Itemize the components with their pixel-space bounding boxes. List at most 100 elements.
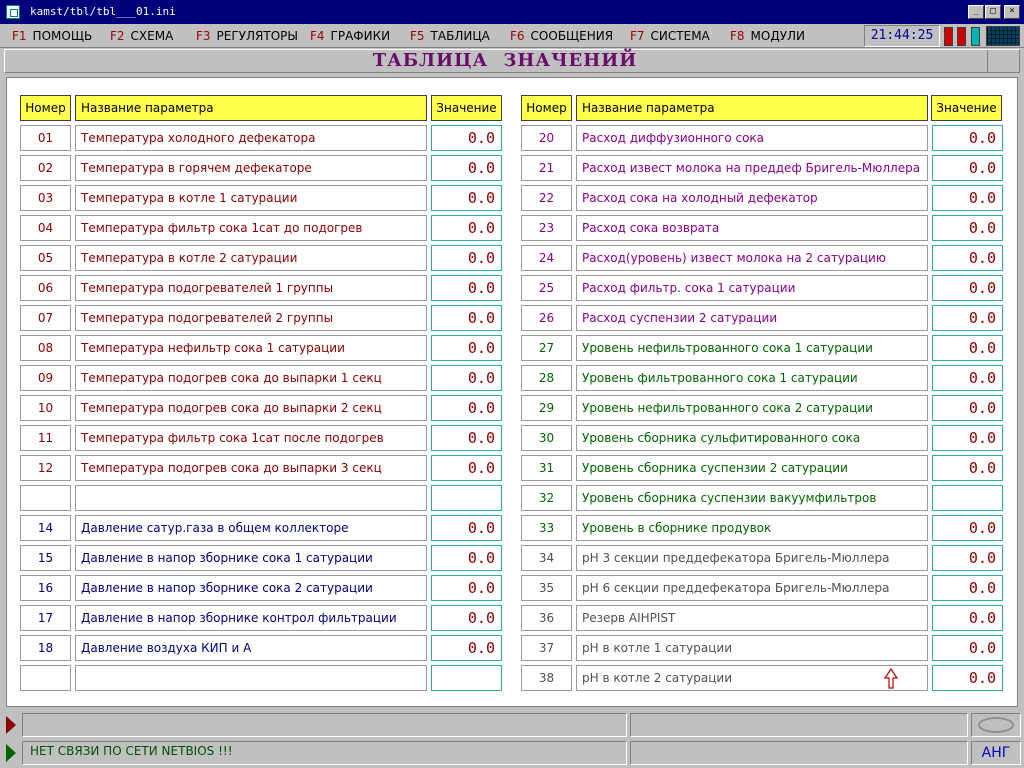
parameter-value[interactable]: 0.0 — [431, 575, 502, 601]
parameter-name: Температура в котле 1 сатурации — [75, 185, 427, 211]
parameter-value[interactable] — [932, 485, 1003, 511]
parameter-value[interactable]: 0.0 — [431, 455, 502, 481]
parameter-value[interactable]: 0.0 — [932, 605, 1003, 631]
parameter-value[interactable]: 0.0 — [932, 665, 1003, 691]
parameter-value[interactable]: 0.0 — [431, 155, 502, 181]
parameter-name: Расход извест молока на преддеф Бригель-… — [576, 155, 928, 181]
parameter-value[interactable]: 0.0 — [932, 155, 1003, 181]
status-field — [630, 713, 968, 737]
menu-system[interactable]: F7 СИСТЕМА — [630, 29, 710, 43]
menu-regulators[interactable]: F3 РЕГУЛЯТОРЫ — [196, 29, 298, 43]
row-number: 33 — [521, 515, 572, 541]
parameter-value[interactable]: 0.0 — [431, 335, 502, 361]
close-button[interactable]: × — [1004, 5, 1020, 19]
menu-messages[interactable]: F6 СООБЩЕНИЯ — [510, 29, 613, 43]
parameter-name: Уровень в сборнике продувок — [576, 515, 928, 541]
parameter-value[interactable]: 0.0 — [431, 185, 502, 211]
row-number: 05 — [20, 245, 71, 271]
parameter-value[interactable]: 0.0 — [431, 635, 502, 661]
parameter-value[interactable]: 0.0 — [932, 185, 1003, 211]
status-indicator — [957, 27, 966, 46]
menu-table[interactable]: F5 ТАБЛИЦА — [410, 29, 490, 43]
parameter-name: pH 3 секции преддефекатора Бригель-Мюлле… — [576, 545, 928, 571]
row-number: 31 — [521, 455, 572, 481]
row-number: 15 — [20, 545, 71, 571]
app-icon[interactable] — [6, 5, 20, 19]
parameter-value[interactable]: 0.0 — [431, 425, 502, 451]
column-header-value: Значение — [931, 95, 1002, 121]
parameter-value[interactable]: 0.0 — [932, 395, 1003, 421]
parameter-name: Температура подогревателей 2 группы — [75, 305, 427, 331]
parameter-value[interactable]: 0.0 — [431, 125, 502, 151]
status-bar-top — [0, 711, 1024, 739]
row-number: 26 — [521, 305, 572, 331]
parameter-value[interactable]: 0.0 — [431, 395, 502, 421]
parameter-name — [75, 485, 427, 511]
status-field — [22, 713, 627, 737]
parameter-value[interactable]: 0.0 — [431, 545, 502, 571]
row-number: 01 — [20, 125, 71, 151]
parameter-name: Давление в напор зборнике сока 2 сатурац… — [75, 575, 427, 601]
parameter-name: Температура подогрев сока до выпарки 1 с… — [75, 365, 427, 391]
parameter-value[interactable]: 0.0 — [431, 305, 502, 331]
menu-modules[interactable]: F8 МОДУЛИ — [730, 29, 805, 43]
parameter-value[interactable]: 0.0 — [932, 455, 1003, 481]
parameter-value[interactable]: 0.0 — [932, 635, 1003, 661]
parameter-name: Температура подогревателей 1 группы — [75, 275, 427, 301]
parameter-name: Давление в напор зборнике сока 1 сатурац… — [75, 545, 427, 571]
parameter-value[interactable]: 0.0 — [431, 275, 502, 301]
row-number: 21 — [521, 155, 572, 181]
parameter-value[interactable]: 0.0 — [431, 245, 502, 271]
parameter-value[interactable]: 0.0 — [431, 215, 502, 241]
parameter-value[interactable]: 0.0 — [932, 125, 1003, 151]
parameter-name: Давление воздуха КИП и А — [75, 635, 427, 661]
minimize-button[interactable]: _ — [968, 5, 984, 19]
parameter-value[interactable]: 0.0 — [932, 335, 1003, 361]
parameter-value[interactable]: 0.0 — [932, 305, 1003, 331]
parameter-value[interactable]: 0.0 — [431, 515, 502, 541]
row-number: 09 — [20, 365, 71, 391]
parameter-name: Расход суспензии 2 сатурации — [576, 305, 928, 331]
menu-graphs[interactable]: F4 ГРАФИКИ — [310, 29, 390, 43]
parameter-name: Уровень сборника сульфитированного сока — [576, 425, 928, 451]
parameter-name: Расход(уровень) извест молока на 2 сатур… — [576, 245, 928, 271]
parameter-value[interactable]: 0.0 — [932, 515, 1003, 541]
row-number: 29 — [521, 395, 572, 421]
row-number: 12 — [20, 455, 71, 481]
parameter-value[interactable]: 0.0 — [932, 545, 1003, 571]
row-number: 16 — [20, 575, 71, 601]
parameter-value[interactable]: 0.0 — [431, 605, 502, 631]
network-grid-icon — [986, 26, 1020, 46]
status-indicator — [944, 27, 953, 46]
parameter-value[interactable]: 0.0 — [932, 275, 1003, 301]
parameter-value[interactable] — [431, 665, 502, 691]
values-table: Номер Название параметра Значение Номер … — [6, 77, 1018, 707]
parameter-value[interactable]: 0.0 — [932, 245, 1003, 271]
parameter-value[interactable]: 0.0 — [932, 215, 1003, 241]
row-number: 36 — [521, 605, 572, 631]
parameter-value[interactable]: 0.0 — [932, 425, 1003, 451]
parameter-name: Резерв AIHPIST — [576, 605, 928, 631]
row-number: 30 — [521, 425, 572, 451]
parameter-value[interactable]: 0.0 — [932, 575, 1003, 601]
row-number: 25 — [521, 275, 572, 301]
menu-scheme[interactable]: F2 СХЕМА — [110, 29, 173, 43]
parameter-name: Уровень нефильтрованного сока 2 сатураци… — [576, 395, 928, 421]
window-title: kamst/tbl/tbl___01.ini — [30, 5, 176, 18]
row-number: 18 — [20, 635, 71, 661]
row-number: 35 — [521, 575, 572, 601]
column-header-value: Значение — [431, 95, 502, 121]
language-indicator[interactable]: АНГ — [971, 741, 1021, 765]
parameter-name: Температура подогрев сока до выпарки 3 с… — [75, 455, 427, 481]
parameter-value[interactable]: 0.0 — [932, 365, 1003, 391]
menu-help[interactable]: F1 ПОМОЩЬ — [12, 29, 92, 43]
maximize-button[interactable]: □ — [985, 5, 1001, 19]
parameter-name: pH в котле 2 сатурации — [576, 665, 928, 691]
parameter-name: Температура нефильтр сока 1 сатурации — [75, 335, 427, 361]
column-header-name: Название параметра — [75, 95, 427, 121]
row-number: 11 — [20, 425, 71, 451]
parameter-value[interactable]: 0.0 — [431, 365, 502, 391]
row-number: 06 — [20, 275, 71, 301]
parameter-value[interactable] — [431, 485, 502, 511]
parameter-name: Температура в горячем дефекаторе — [75, 155, 427, 181]
